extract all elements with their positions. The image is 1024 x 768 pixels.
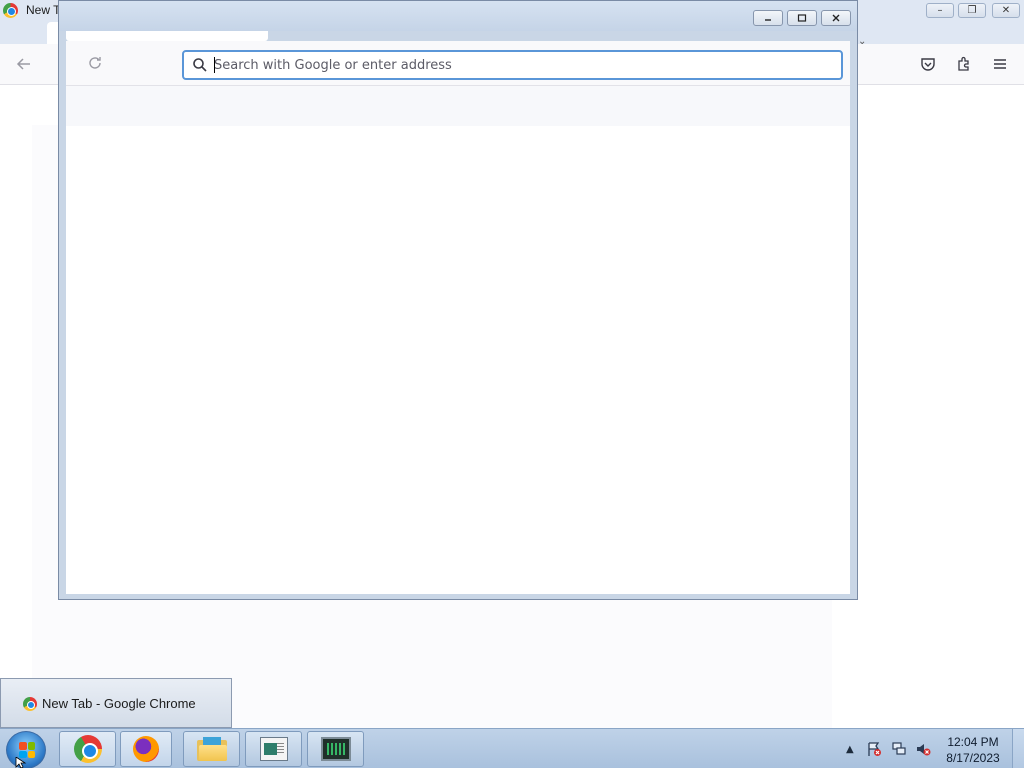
- network-icon[interactable]: [891, 741, 907, 757]
- system-clock[interactable]: 12:04 PM 8/17/2023: [940, 734, 1006, 766]
- chrome-icon: [73, 735, 102, 763]
- foreground-titlebar[interactable]: [59, 1, 857, 31]
- minimize-button[interactable]: [753, 10, 783, 26]
- maximize-icon: [797, 14, 807, 22]
- window-controls: [753, 10, 851, 26]
- chrome-icon: [23, 697, 37, 711]
- document-icon: [259, 737, 288, 761]
- folder-icon: [196, 737, 227, 761]
- volume-muted-icon[interactable]: [915, 741, 931, 757]
- restore-button[interactable]: ❐: [958, 3, 986, 18]
- taskbar: ▲ 12:04 PM 8/17/2023: [0, 728, 1024, 768]
- windows-flag-icon: [19, 742, 35, 758]
- taskbar-document-button[interactable]: [245, 731, 302, 767]
- search-icon: [193, 58, 207, 72]
- address-input[interactable]: [214, 52, 834, 78]
- page-content: [66, 126, 834, 594]
- taskbar-monitor-button[interactable]: [307, 731, 364, 767]
- minimize-button[interactable]: –: [926, 3, 954, 18]
- taskbar-chrome-button[interactable]: [59, 731, 116, 767]
- maximize-button[interactable]: [787, 10, 817, 26]
- show-desktop-button[interactable]: [1012, 729, 1024, 768]
- clock-time: 12:04 PM: [947, 735, 999, 749]
- foreground-browser-window: [58, 0, 858, 600]
- back-arrow-icon[interactable]: [14, 54, 34, 74]
- firefox-icon: [133, 736, 159, 762]
- thumbnail-label[interactable]: New Tab - Google Chrome: [42, 696, 196, 711]
- address-bar[interactable]: [182, 50, 843, 80]
- close-icon: [832, 14, 840, 22]
- monitor-icon: [320, 737, 351, 761]
- reload-icon[interactable]: [86, 55, 104, 73]
- tab-stub[interactable]: [66, 31, 268, 41]
- text-caret: [214, 57, 215, 73]
- action-center-flag-icon[interactable]: [866, 741, 882, 757]
- close-button[interactable]: [821, 10, 851, 26]
- navigation-toolbar: [66, 41, 850, 86]
- taskbar-firefox-button[interactable]: [120, 731, 172, 767]
- show-hidden-icons-icon[interactable]: ▲: [846, 744, 854, 755]
- pocket-icon[interactable]: [918, 54, 938, 74]
- chrome-icon: [3, 3, 18, 18]
- menu-icon[interactable]: [990, 54, 1010, 74]
- background-window-title: New T: [26, 3, 61, 17]
- foreground-client-area: [66, 41, 850, 594]
- close-button[interactable]: ✕: [992, 3, 1020, 18]
- taskbar-explorer-button[interactable]: [183, 731, 240, 767]
- taskbar-thumbnail-popup[interactable]: New Tab - Google Chrome: [0, 678, 232, 728]
- extensions-icon[interactable]: [954, 54, 974, 74]
- clock-date: 8/17/2023: [946, 751, 1000, 765]
- minimize-icon: [765, 19, 771, 21]
- mouse-cursor-icon: [15, 757, 27, 768]
- toolbar-strip: [66, 86, 850, 126]
